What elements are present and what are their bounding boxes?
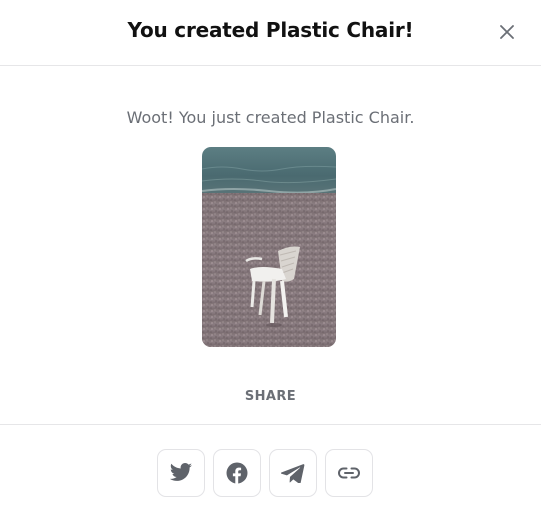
- share-buttons: [157, 449, 373, 497]
- link-icon: [338, 467, 360, 479]
- facebook-icon: [226, 462, 248, 484]
- created-dialog: You created Plastic Chair! Woot! You jus…: [0, 0, 541, 519]
- copy-link-button[interactable]: [325, 449, 373, 497]
- created-item-image: [202, 147, 336, 347]
- share-telegram-button[interactable]: [269, 449, 317, 497]
- share-facebook-button[interactable]: [213, 449, 261, 497]
- plastic-chair-photo: [202, 147, 336, 347]
- close-button[interactable]: [494, 19, 520, 45]
- dialog-header: You created Plastic Chair!: [0, 0, 541, 66]
- telegram-icon: [281, 464, 305, 483]
- close-icon: [500, 25, 514, 39]
- divider: [0, 424, 541, 425]
- success-message: Woot! You just created Plastic Chair.: [126, 108, 415, 127]
- share-label: SHARE: [244, 389, 297, 404]
- share-twitter-button[interactable]: [157, 449, 205, 497]
- twitter-icon: [169, 463, 192, 481]
- dialog-title: You created Plastic Chair!: [127, 18, 414, 42]
